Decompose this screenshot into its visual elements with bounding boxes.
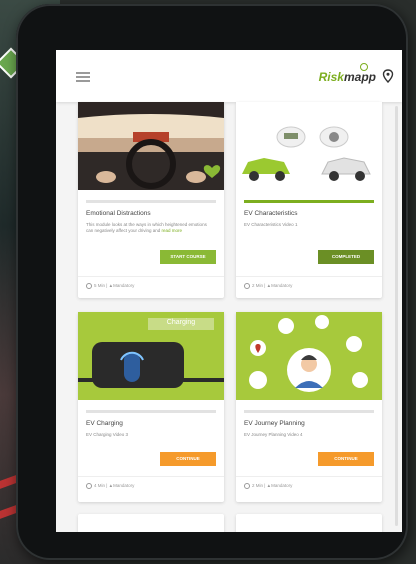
card-divider [78, 476, 224, 477]
course-title: Emotional Distractions [86, 210, 151, 217]
course-description: EV Journey Planning Video 4 [244, 432, 303, 437]
clock-icon [86, 483, 92, 489]
course-meta: 2 Min | ▲Mandatory [244, 483, 292, 489]
course-description: EV Characteristics Video 1 [244, 222, 298, 227]
location-pin-icon[interactable] [382, 69, 394, 83]
course-card[interactable] [78, 514, 224, 532]
start-course-button[interactable]: START COURSE [160, 250, 216, 264]
course-thumbnail [78, 102, 224, 190]
course-thumbnail [236, 102, 382, 190]
app-screen: Riskmapp Emotional Distractions This mod… [56, 50, 402, 532]
course-card[interactable]: EV Journey Planning EV Journey Planning … [236, 312, 382, 502]
card-divider [78, 276, 224, 277]
course-title: EV Characteristics [244, 210, 298, 217]
course-title: EV Charging [86, 420, 123, 427]
course-title: EV Journey Planning [244, 420, 305, 427]
read-more-link[interactable]: read more [161, 228, 182, 233]
card-divider [236, 476, 382, 477]
course-description: This module looks at the ways in which h… [86, 222, 207, 233]
image-label: Charging [166, 319, 196, 326]
app-header: Riskmapp [56, 50, 402, 102]
menu-icon[interactable] [76, 72, 90, 82]
continue-button[interactable]: CONTINUE [160, 452, 216, 466]
course-description: EV Charging Video 3 [86, 432, 128, 437]
course-thumbnail [236, 312, 382, 400]
course-card[interactable] [236, 514, 382, 532]
course-card[interactable]: Emotional Distractions This module looks… [78, 102, 224, 298]
card-divider [236, 276, 382, 277]
progress-bar [86, 200, 216, 203]
course-meta: 5 Min | ▲Mandatory [86, 283, 134, 289]
progress-bar [244, 410, 374, 413]
clock-icon [244, 283, 250, 289]
progress-bar [244, 200, 374, 203]
riskmapp-logo: Riskmapp [318, 70, 376, 84]
tablet-device: Riskmapp Emotional Distractions This mod… [16, 4, 408, 560]
clock-icon [86, 283, 92, 289]
course-card[interactable]: Charging EV Charging EV Charging Video 3… [78, 312, 224, 502]
progress-bar [86, 410, 216, 413]
scrollbar[interactable] [395, 106, 398, 526]
continue-button[interactable]: CONTINUE [318, 452, 374, 466]
logo-pin-icon [360, 63, 368, 71]
course-card[interactable]: EV Characteristics EV Characteristics Vi… [236, 102, 382, 298]
course-meta: 4 Min | ▲Mandatory [86, 483, 134, 489]
course-meta: 2 Min | ▲Mandatory [244, 283, 292, 289]
completed-button[interactable]: COMPLETED [318, 250, 374, 264]
clock-icon [244, 483, 250, 489]
